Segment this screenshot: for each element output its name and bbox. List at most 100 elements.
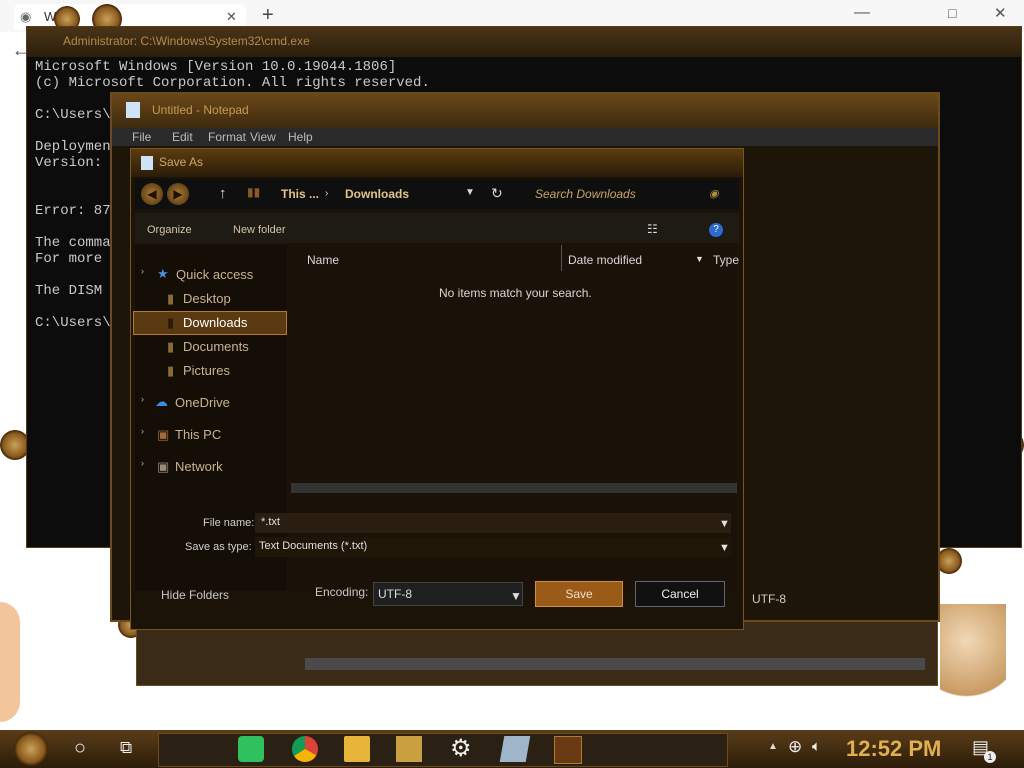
menu-help[interactable]: Help	[288, 130, 313, 144]
up-arrow-icon[interactable]: ↑	[219, 185, 227, 202]
menu-edit[interactable]: Edit	[172, 130, 193, 144]
notepad-menu-bar: File Edit Format View Help	[112, 128, 938, 146]
nav-documents[interactable]: Documents	[183, 339, 249, 354]
clock[interactable]: 12:52 PM	[846, 736, 941, 762]
chevron-down-icon[interactable]: ▼	[719, 542, 730, 554]
nav-pictures[interactable]: Pictures	[183, 363, 230, 378]
new-folder-button[interactable]: New folder	[233, 224, 286, 236]
nav-this-pc[interactable]: This PC	[175, 427, 221, 442]
menu-file[interactable]: File	[132, 130, 151, 144]
notepad-title: Untitled - Notepad	[152, 103, 249, 117]
view-options-icon[interactable]: ☷	[647, 222, 658, 236]
cmd-line: The comman	[35, 235, 120, 251]
new-tab-button[interactable]: +	[262, 4, 274, 27]
app-icon[interactable]	[396, 736, 422, 762]
chevron-down-icon[interactable]: ▼	[695, 254, 704, 264]
expand-arrow-icon[interactable]: ›	[141, 426, 144, 436]
search-input[interactable]: Search Downloads ◉	[525, 181, 725, 207]
cmd-title-bar[interactable]: Administrator: C:\Windows\System32\cmd.e…	[27, 27, 1021, 57]
horizontal-scrollbar[interactable]	[305, 658, 925, 670]
column-header-type[interactable]: Type	[713, 253, 739, 267]
close-window-button[interactable]: ✕	[994, 4, 1007, 22]
menu-format[interactable]: Format	[208, 130, 246, 144]
folder-path-icon: ▮▮	[247, 185, 261, 199]
encoding-label: Encoding:	[315, 585, 369, 599]
cmd-line: For more i	[35, 251, 120, 267]
back-button[interactable]: ◀	[141, 183, 163, 205]
organize-button[interactable]: Organize	[147, 224, 192, 236]
cmd-line: Microsoft Windows [Version 10.0.19044.18…	[35, 59, 397, 75]
column-header-date-modified[interactable]: Date modified	[568, 253, 642, 267]
chevron-down-icon[interactable]: ▼	[719, 518, 730, 530]
refresh-icon[interactable]: ↻	[491, 185, 503, 202]
save-as-type-label: Save as type:	[185, 541, 252, 553]
chrome-icon[interactable]	[292, 736, 318, 762]
save-as-type-select[interactable]: Text Documents (*.txt) ▼	[255, 537, 731, 557]
expand-arrow-icon[interactable]: ›	[141, 266, 144, 276]
column-header-name[interactable]: Name	[307, 253, 339, 267]
file-name-value: *.txt	[261, 516, 280, 528]
nav-desktop[interactable]: Desktop	[183, 291, 231, 306]
pictures-icon: ▮	[167, 363, 175, 378]
notepad-title-bar[interactable]: Untitled - Notepad	[112, 94, 938, 128]
notepad-taskbar-icon[interactable]	[499, 736, 531, 762]
maximize-button[interactable]: □	[948, 5, 956, 21]
breadcrumb-separator-icon: ›	[325, 188, 329, 199]
settings-gear-icon[interactable]: ⚙	[450, 734, 472, 763]
volume-icon[interactable]: 🔈︎	[812, 738, 821, 755]
search-icon[interactable]: ◉	[709, 187, 719, 200]
encoding-value: UTF-8	[378, 587, 412, 601]
notepad-icon	[126, 102, 140, 118]
cmd-line: Error: 87	[35, 203, 111, 219]
chevron-down-icon[interactable]: ▼	[465, 187, 475, 198]
save-as-title-bar[interactable]: Save As	[131, 149, 743, 177]
search-circle-icon[interactable]: ○	[74, 737, 86, 760]
hide-folders-button[interactable]: Hide Folders	[161, 588, 229, 602]
cmd-line: (c) Microsoft Corporation. All rights re…	[35, 75, 430, 91]
cmd-line: C:\Users\A	[35, 107, 120, 123]
nav-downloads[interactable]: Downloads	[183, 315, 247, 330]
encoding-select[interactable]: UTF-8 ▼	[373, 582, 523, 606]
browser-tab-close-button[interactable]: ✕	[226, 9, 237, 25]
cartoon-character-image	[0, 602, 20, 722]
expand-arrow-icon[interactable]: ›	[141, 458, 144, 468]
nav-network[interactable]: Network	[175, 459, 223, 474]
forward-button[interactable]: ▶	[167, 183, 189, 205]
file-name-label: File name:	[203, 517, 255, 529]
file-explorer-icon[interactable]	[344, 736, 370, 762]
menu-view[interactable]: View	[250, 130, 276, 144]
cmd-line: Version: 1	[35, 155, 120, 171]
expand-arrow-icon[interactable]: ›	[141, 394, 144, 404]
globe-icon[interactable]: ⊕	[788, 737, 802, 757]
save-as-dialog[interactable]: Save As ◀ ▶ ↑ ▮▮ This ... › Downloads ▼ …	[130, 148, 744, 630]
horizontal-scrollbar[interactable]	[291, 483, 737, 493]
column-divider	[561, 245, 562, 271]
cmd-line: The DISM l	[35, 283, 120, 299]
notification-badge: 1	[984, 751, 996, 763]
documents-icon: ▮	[167, 339, 175, 354]
nav-onedrive[interactable]: OneDrive	[175, 395, 230, 410]
help-button[interactable]: ?	[709, 223, 723, 237]
breadcrumb-this-pc[interactable]: This ...	[281, 187, 319, 201]
nav-quick-access[interactable]: Quick access	[176, 267, 253, 282]
computer-icon: ▣	[157, 427, 170, 442]
file-name-field[interactable]: *.txt ▼	[255, 513, 731, 533]
cmd-taskbar-icon[interactable]	[554, 736, 582, 764]
task-view-icon[interactable]: ⧉	[120, 738, 132, 758]
tray-chevron-icon[interactable]: ▲	[768, 741, 778, 752]
save-button[interactable]: Save	[535, 581, 623, 607]
network-icon: ▣	[157, 459, 170, 474]
chevron-down-icon[interactable]: ▼	[510, 589, 522, 603]
notes-app-icon[interactable]	[238, 736, 264, 762]
save-as-type-value: Text Documents (*.txt)	[259, 540, 368, 552]
breadcrumb-downloads[interactable]: Downloads	[345, 187, 409, 201]
desktop-icon: ▮	[167, 291, 175, 306]
search-placeholder: Search Downloads	[535, 187, 636, 201]
empty-results-message: No items match your search.	[439, 286, 592, 300]
cmd-title: Administrator: C:\Windows\System32\cmd.e…	[63, 34, 310, 48]
browser-tab-icon: ◉	[20, 9, 32, 24]
minimize-button[interactable]: —	[854, 4, 870, 22]
start-button[interactable]	[14, 732, 48, 766]
hamster-image	[940, 604, 1006, 708]
cancel-button[interactable]: Cancel	[635, 581, 725, 607]
